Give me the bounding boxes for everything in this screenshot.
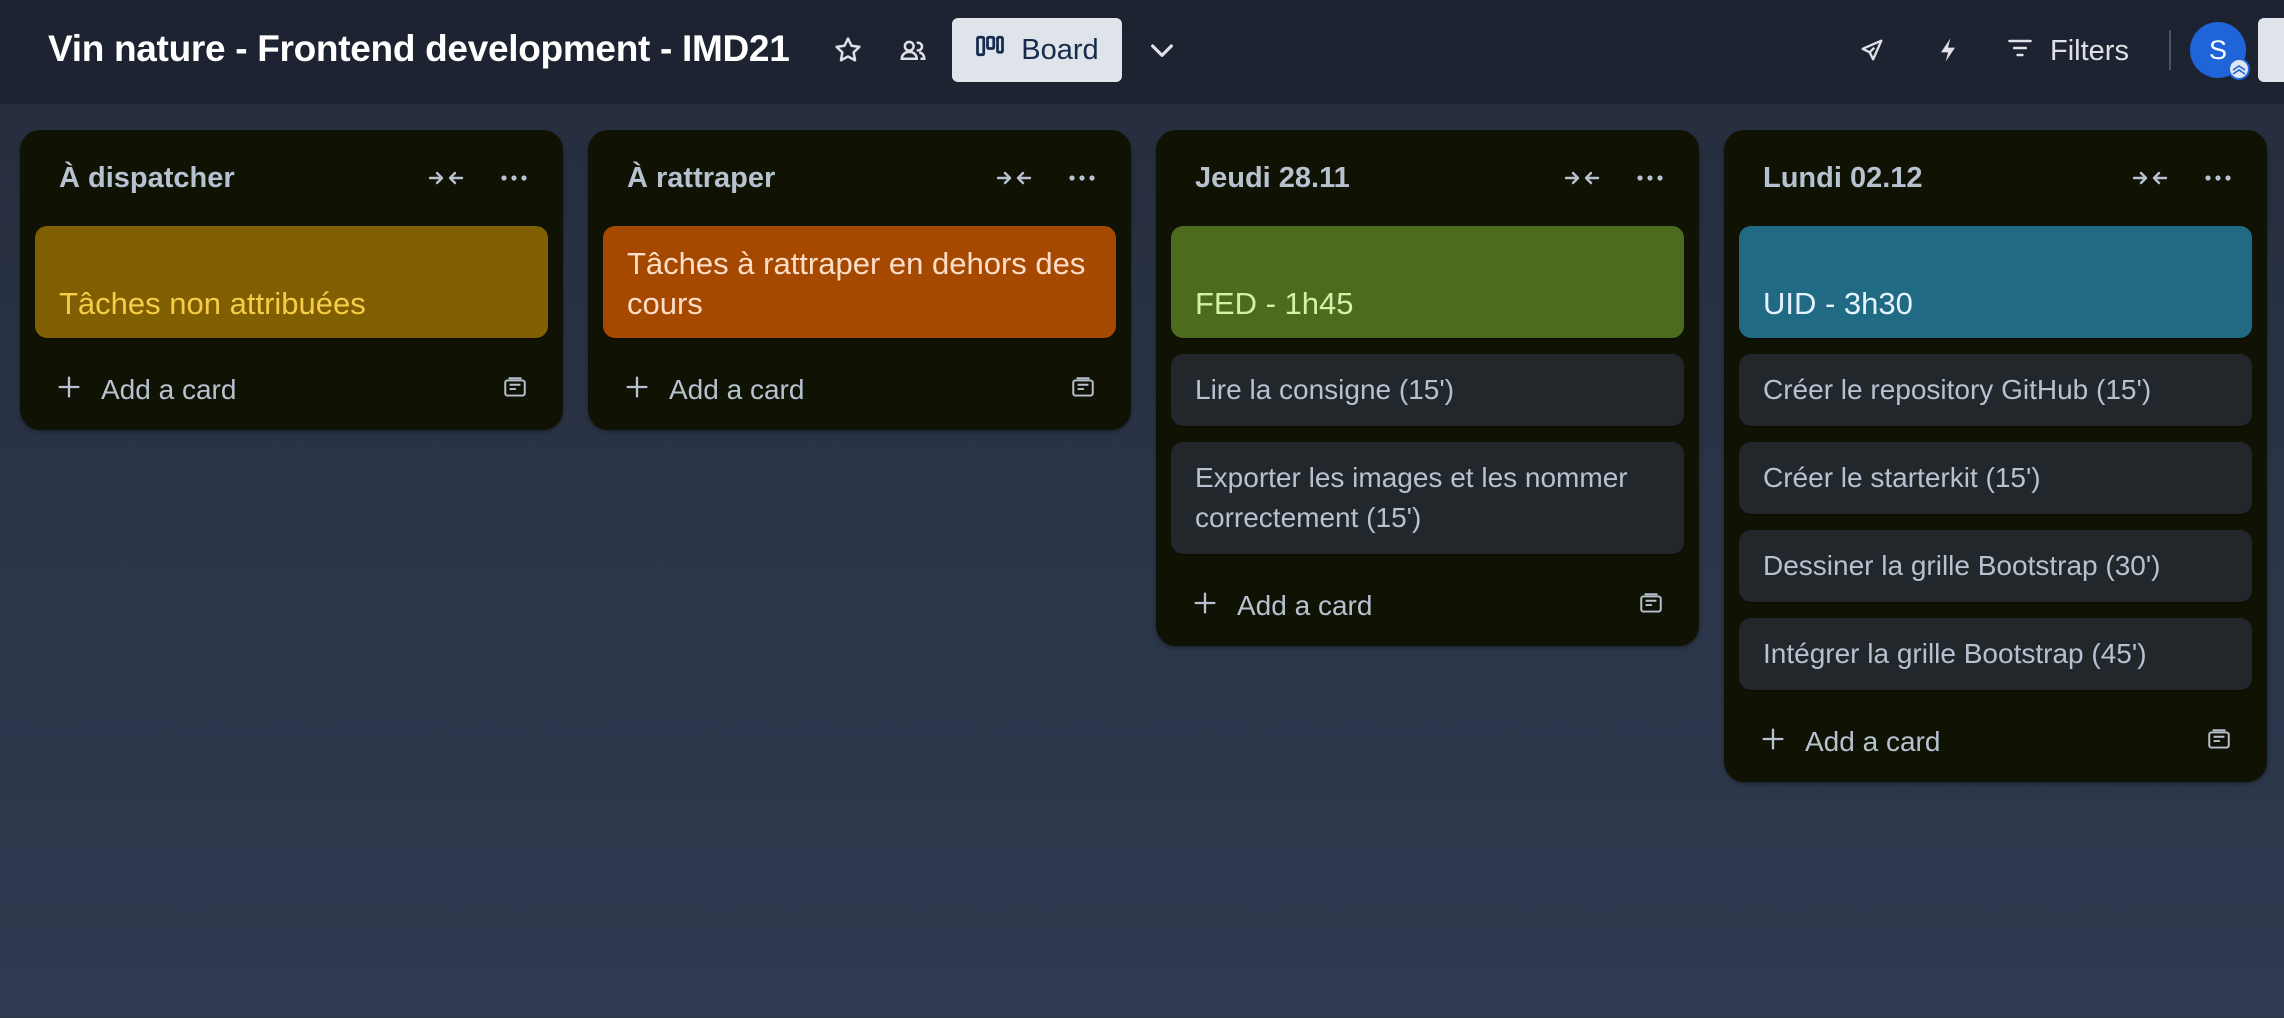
card-title: Tâches à rattraper en dehors des cours (627, 246, 1086, 321)
chevron-down-icon[interactable] (1140, 30, 1184, 70)
plus-icon (1191, 589, 1219, 624)
filters-label: Filters (2050, 34, 2129, 67)
section-cover-card[interactable]: UID - 3h30 (1739, 226, 2252, 338)
card-title: Dessiner la grille Bootstrap (30') (1763, 550, 2161, 581)
card-title: FED - 1h45 (1195, 286, 1354, 321)
list-header: À rattraper (603, 130, 1116, 226)
card-title: Lire la consigne (15') (1195, 374, 1455, 405)
add-card-row: Add a card (603, 354, 1116, 426)
add-card-label: Add a card (1805, 726, 1941, 757)
card-title: Exporter les images et les nommer correc… (1195, 462, 1628, 533)
avatar[interactable]: S (2190, 22, 2250, 80)
filter-icon (2006, 35, 2034, 68)
list-card[interactable]: Lire la consigne (15') (1171, 354, 1684, 426)
add-card-label: Add a card (669, 374, 805, 405)
more-horizontal-icon[interactable] (2194, 156, 2242, 200)
header-divider (2169, 30, 2171, 70)
add-card-row: Add a card (35, 354, 548, 426)
avatar-initial: S (2208, 34, 2227, 65)
board-view-button[interactable]: Board (952, 18, 1122, 82)
add-card-button[interactable]: Add a card (1759, 725, 1940, 760)
list-header: Lundi 02.12 (1739, 130, 2252, 226)
filters-button[interactable]: Filters (2006, 24, 2129, 78)
card-title: Intégrer la grille Bootstrap (45') (1763, 638, 2147, 669)
list-title[interactable]: Lundi 02.12 (1763, 162, 1923, 195)
admin-badge-icon (2228, 58, 2250, 80)
list-actions (2126, 156, 2242, 200)
list-actions (1558, 156, 1674, 200)
list-title[interactable]: Jeudi 28.11 (1195, 162, 1350, 195)
collapse-list-icon[interactable] (422, 156, 470, 200)
list-card[interactable]: Exporter les images et les nommer correc… (1171, 442, 1684, 554)
card-title: UID - 3h30 (1763, 286, 1913, 321)
card-template-icon[interactable] (1638, 591, 1664, 622)
board-columns-icon (975, 33, 1005, 67)
plus-icon (623, 373, 651, 408)
rocket-icon[interactable] (1852, 30, 1892, 70)
list-card[interactable]: Créer le repository GitHub (15') (1739, 354, 2252, 426)
board-header: Vin nature - Frontend development - IMD2… (0, 0, 2284, 104)
list-column[interactable]: Lundi 02.12 UID - 3h30 Créer le repository… (1724, 130, 2267, 782)
collapse-list-icon[interactable] (2126, 156, 2174, 200)
card-title: Créer le repository GitHub (15') (1763, 374, 2152, 405)
add-card-button[interactable]: Add a card (1191, 589, 1372, 624)
add-card-label: Add a card (101, 374, 237, 405)
plus-icon (1759, 725, 1787, 760)
list-column[interactable]: Jeudi 28.11 FED - 1h45 Lire la consigne (1… (1156, 130, 1699, 646)
add-card-label: Add a card (1237, 590, 1373, 621)
plus-icon (55, 373, 83, 408)
add-card-button[interactable]: Add a card (623, 373, 804, 408)
list-actions (422, 156, 538, 200)
board-title[interactable]: Vin nature - Frontend development - IMD2… (48, 28, 790, 70)
add-card-row: Add a card (1739, 706, 2252, 778)
list-actions (990, 156, 1106, 200)
list-card[interactable]: Créer le starterkit (15') (1739, 442, 2252, 514)
section-cover-card[interactable]: Tâches non attribuées (35, 226, 548, 338)
list-column[interactable]: À rattraper Tâches à rattraper en dehors … (588, 130, 1131, 430)
collapse-list-icon[interactable] (1558, 156, 1606, 200)
team-visibility-icon[interactable] (893, 30, 933, 70)
list-card[interactable]: Intégrer la grille Bootstrap (45') (1739, 618, 2252, 690)
card-template-icon[interactable] (1070, 375, 1096, 406)
card-title: Créer le starterkit (15') (1763, 462, 2041, 493)
section-cover-card[interactable]: Tâches à rattraper en dehors des cours (603, 226, 1116, 338)
more-horizontal-icon[interactable] (1626, 156, 1674, 200)
card-template-icon[interactable] (2206, 727, 2232, 758)
list-header: À dispatcher (35, 130, 548, 226)
list-title[interactable]: À dispatcher (59, 162, 235, 195)
lightning-icon[interactable] (1928, 30, 1968, 70)
more-horizontal-icon[interactable] (1058, 156, 1106, 200)
share-button[interactable] (2258, 18, 2284, 82)
card-template-icon[interactable] (502, 375, 528, 406)
add-card-button[interactable]: Add a card (55, 373, 236, 408)
add-card-row: Add a card (1171, 570, 1684, 642)
more-horizontal-icon[interactable] (490, 156, 538, 200)
list-column[interactable]: À dispatcher Tâches non attribuées Add a c… (20, 130, 563, 430)
card-title: Tâches non attribuées (59, 286, 366, 321)
list-card[interactable]: Dessiner la grille Bootstrap (30') (1739, 530, 2252, 602)
star-icon[interactable] (828, 30, 868, 70)
collapse-list-icon[interactable] (990, 156, 1038, 200)
board-view-label: Board (1021, 33, 1099, 66)
list-title[interactable]: À rattraper (627, 162, 775, 195)
section-cover-card[interactable]: FED - 1h45 (1171, 226, 1684, 338)
list-header: Jeudi 28.11 (1171, 130, 1684, 226)
